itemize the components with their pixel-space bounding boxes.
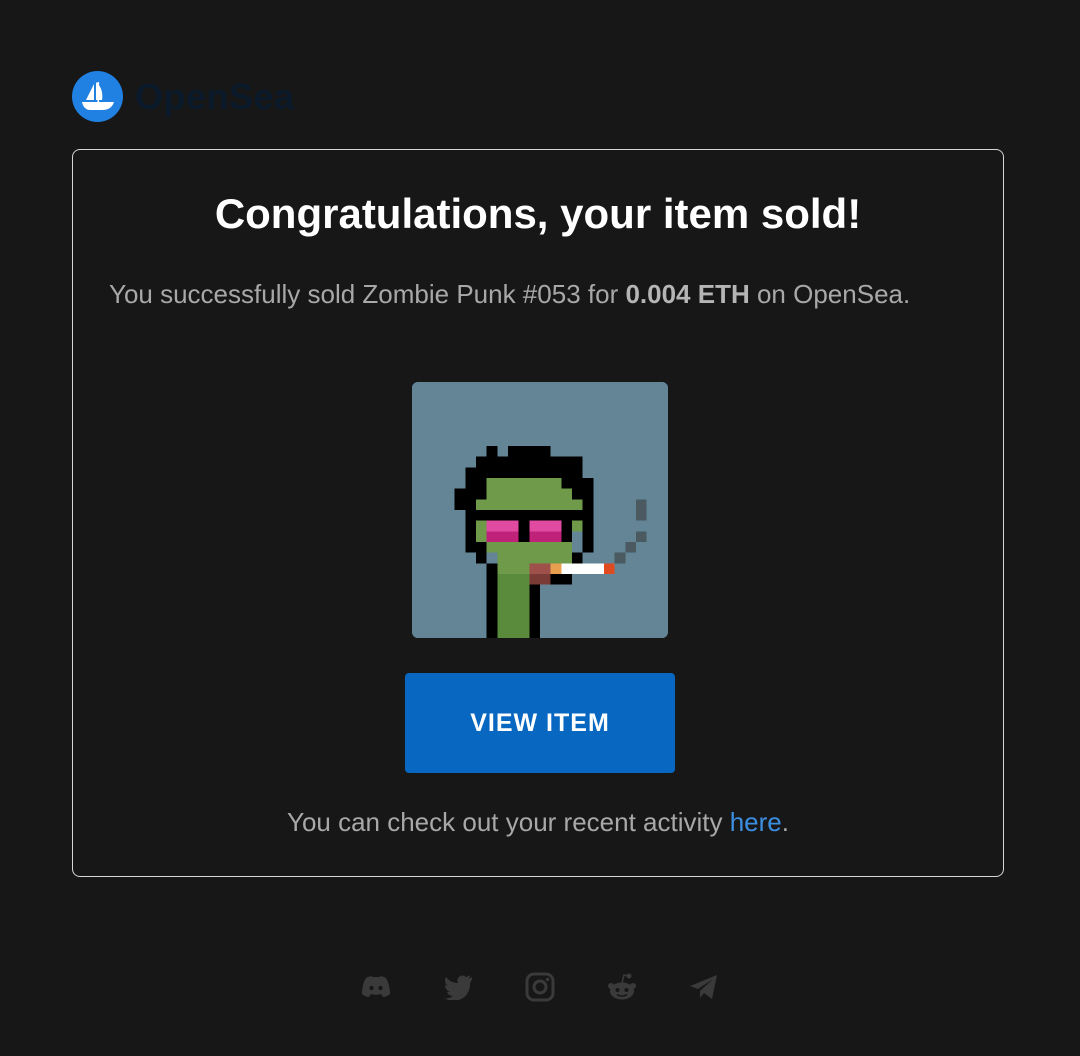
activity-prefix: You can check out your recent activity [286,807,730,837]
opensea-logo-text: OpenSea [135,75,295,117]
headline: Congratulations, your item sold! [214,190,862,237]
activity-suffix: . [781,807,789,837]
sale-message: You successfully sold Zombie Punk #053 f… [109,276,929,313]
activity-link[interactable]: here [730,807,782,837]
sale-price: 0.004 ETH [625,279,750,309]
social-links [0,971,1080,1003]
item-name: Zombie Punk #053 [362,279,581,309]
sale-notification-card: Congratulations, your item sold! You suc… [72,149,1004,877]
reddit-icon[interactable] [606,971,638,1003]
email-page: OpenSea Congratulations, your item sold!… [0,0,1080,1056]
instagram-icon[interactable] [524,971,556,1003]
telegram-icon[interactable] [688,971,720,1003]
message-suffix: on OpenSea. [749,279,911,309]
twitter-icon[interactable] [442,971,474,1003]
opensea-logo[interactable]: OpenSea [72,71,295,122]
message-prefix: You successfully sold [109,279,363,309]
nft-image[interactable] [412,382,668,638]
activity-note: You can check out your recent activity h… [73,807,1003,838]
discord-icon[interactable] [360,971,392,1003]
view-item-button[interactable]: VIEW ITEM [405,673,675,773]
message-mid: for [580,279,626,309]
opensea-logo-icon [72,71,123,122]
